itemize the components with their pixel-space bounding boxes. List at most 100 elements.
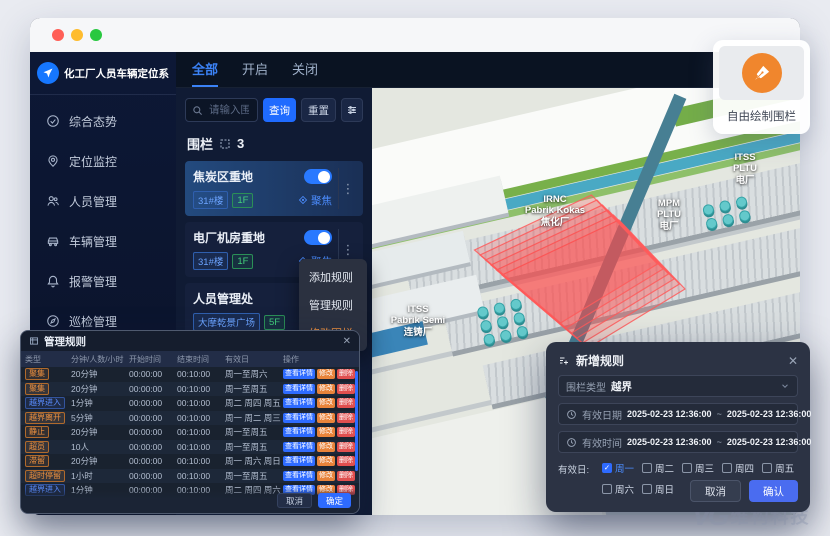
column-header: 分钟/人数/小时 (71, 354, 129, 365)
view-detail-button[interactable]: 查看详情 (283, 413, 315, 423)
fence-type-select[interactable]: 围栏类型 越界 (558, 375, 798, 397)
fence-list-header: 围栏 3 (187, 134, 361, 153)
tab[interactable]: 全部 (192, 52, 218, 87)
edit-button[interactable]: 修改 (317, 442, 335, 452)
date-end: 2025-02-23 12:36:00 (727, 409, 812, 419)
fence-count: 3 (237, 136, 244, 151)
day-checkbox[interactable]: ✓ 周二 (642, 461, 674, 475)
view-detail-button[interactable]: 查看详情 (283, 471, 315, 481)
sidebar-item[interactable]: 车辆管理 (30, 221, 176, 261)
zoom-window-button[interactable] (90, 29, 102, 41)
sliders-icon (346, 104, 358, 116)
floor-tag: 1F (232, 254, 253, 269)
rule-start-time: 00:00:00 (129, 384, 177, 394)
more-actions-button[interactable]: ⋮ (338, 168, 357, 209)
day-checkbox[interactable]: ✓ 周六 (602, 482, 634, 496)
day-checkbox[interactable]: ✓ 周一 (602, 461, 634, 475)
rule-value: 20分钟 (71, 383, 129, 395)
delete-button[interactable]: 删除 (337, 413, 355, 423)
free-draw-fence-button[interactable] (719, 46, 804, 100)
minimize-window-button[interactable] (71, 29, 83, 41)
delete-button[interactable]: 删除 (337, 427, 355, 437)
view-detail-button[interactable]: 查看详情 (283, 442, 315, 452)
delete-button[interactable]: 删除 (337, 398, 355, 408)
table-ok-button[interactable]: 确定 (318, 493, 351, 508)
focus-button[interactable]: 聚焦 (298, 193, 332, 208)
checkbox-icon: ✓ (642, 463, 652, 473)
rule-end-time: 00:10:00 (177, 427, 225, 437)
delete-button[interactable]: 删除 (337, 369, 355, 379)
fence-search-input[interactable] (185, 98, 258, 122)
context-menu-item[interactable]: 管理规则 (299, 291, 367, 319)
table-row: 超员 10人 00:00:00 00:10:00 周一至周五 查看详情 修改 删… (21, 440, 359, 455)
confirm-button[interactable]: 确认 (749, 480, 798, 502)
rule-valid-days: 周一至周五 (225, 426, 283, 438)
close-window-button[interactable] (52, 29, 64, 41)
paper-plane-logo-icon (37, 62, 59, 84)
date-start: 2025-02-23 12:36:00 (627, 409, 712, 419)
edit-button[interactable]: 修改 (317, 413, 335, 423)
filter-button[interactable] (341, 98, 363, 122)
query-button[interactable]: 查询 (263, 98, 296, 122)
rule-end-time: 00:10:00 (177, 471, 225, 481)
day-label: 周日 (655, 482, 674, 496)
sidebar-item-label: 定位监控 (69, 153, 117, 170)
edit-button[interactable]: 修改 (317, 456, 335, 466)
fence-list-item[interactable]: 焦炭区重地 31#楼 1F 聚焦 ⋮ (185, 161, 363, 216)
clock-icon (566, 437, 577, 448)
patrol-icon (46, 314, 60, 328)
scrollbar[interactable] (355, 371, 358, 471)
brand: 化工厂人员车辆定位系统 (30, 52, 176, 95)
rule-valid-days: 周一 周二 周三 周四 周六 周日 (225, 412, 283, 424)
view-detail-button[interactable]: 查看详情 (283, 398, 315, 408)
window-titlebar (30, 18, 800, 52)
edit-button[interactable]: 修改 (317, 398, 335, 408)
sidebar-item[interactable]: 报警管理 (30, 261, 176, 301)
reset-button[interactable]: 重置 (301, 98, 336, 122)
rule-type-tag: 越界离开 (25, 412, 65, 424)
edit-button[interactable]: 修改 (317, 427, 335, 437)
view-detail-button[interactable]: 查看详情 (283, 369, 315, 379)
fence-name: 人员管理处 (193, 290, 253, 307)
valid-time-range-picker[interactable]: 有效时间 2025-02-23 12:36:00 ~ 2025-02-23 12… (558, 431, 798, 453)
day-checkbox[interactable]: ✓ 周三 (682, 461, 714, 475)
table-cancel-button[interactable]: 取消 (277, 493, 312, 508)
fence-search-field[interactable] (207, 103, 251, 117)
rules-modal-titlebar: 管理规则 ✕ (21, 331, 359, 351)
view-detail-button[interactable]: 查看详情 (283, 427, 315, 437)
close-icon[interactable]: ✕ (788, 354, 798, 368)
rule-start-time: 00:00:00 (129, 398, 177, 408)
rule-valid-days: 周二 周四 周五 周日 (225, 397, 283, 409)
rule-value: 5分钟 (71, 412, 129, 424)
column-header: 开始时间 (129, 354, 177, 365)
add-rule-titlebar: 新增规则 ✕ (558, 352, 798, 369)
day-label: 周五 (775, 461, 794, 475)
sidebar-item[interactable]: 定位监控 (30, 141, 176, 181)
delete-button[interactable]: 删除 (337, 456, 355, 466)
tab[interactable]: 关闭 (292, 52, 318, 87)
edit-button[interactable]: 修改 (317, 471, 335, 481)
delete-button[interactable]: 删除 (337, 471, 355, 481)
sidebar-item[interactable]: 人员管理 (30, 181, 176, 221)
sidebar-item-label: 巡检管理 (69, 313, 117, 330)
context-menu-item[interactable]: 添加规则 (299, 263, 367, 291)
delete-button[interactable]: 删除 (337, 384, 355, 394)
day-checkbox[interactable]: ✓ 周四 (722, 461, 754, 475)
focus-label: 聚焦 (311, 193, 332, 208)
valid-date-range-picker[interactable]: 有效日期 2025-02-23 12:36:00 ~ 2025-02-23 12… (558, 403, 798, 425)
close-icon[interactable]: ✕ (343, 336, 351, 347)
delete-button[interactable]: 删除 (337, 442, 355, 452)
rule-value: 20分钟 (71, 368, 129, 380)
tab[interactable]: 开启 (242, 52, 268, 87)
view-detail-button[interactable]: 查看详情 (283, 456, 315, 466)
view-detail-button[interactable]: 查看详情 (283, 384, 315, 394)
edit-button[interactable]: 修改 (317, 369, 335, 379)
day-checkbox[interactable]: ✓ 周日 (642, 482, 674, 496)
day-checkbox[interactable]: ✓ 周五 (762, 461, 794, 475)
fence-toggle[interactable] (304, 230, 332, 245)
sidebar-item[interactable]: 综合态势 (30, 101, 176, 141)
rule-type-tag: 超员 (25, 441, 49, 453)
cancel-button[interactable]: 取消 (690, 480, 741, 502)
fence-toggle[interactable] (304, 169, 332, 184)
edit-button[interactable]: 修改 (317, 384, 335, 394)
